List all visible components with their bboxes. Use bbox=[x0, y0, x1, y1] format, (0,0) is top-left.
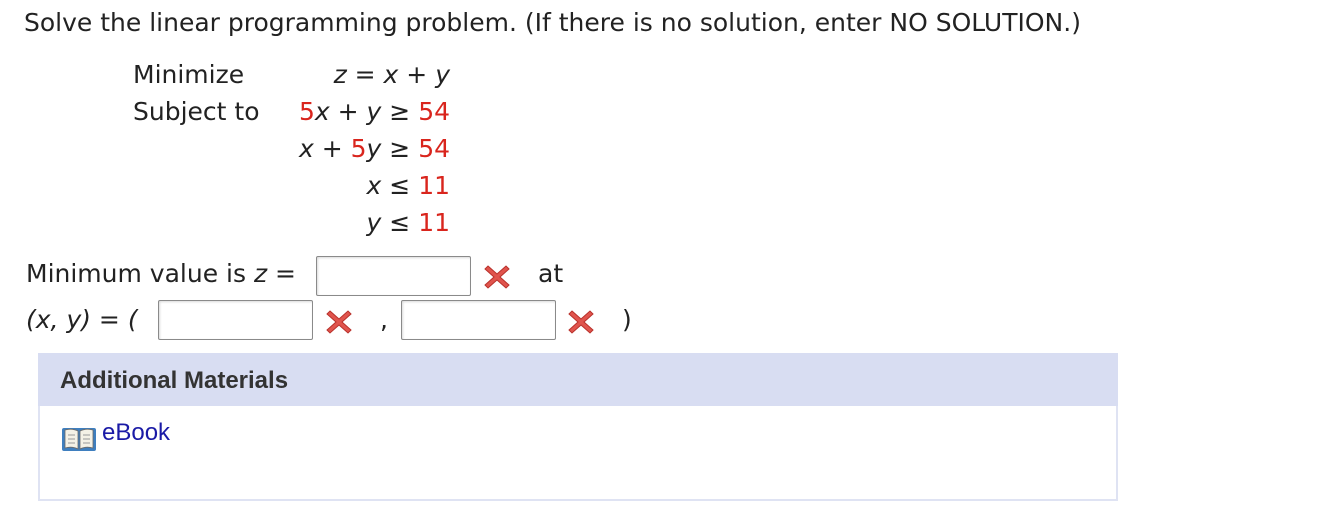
constraint-4: y ≤ 11 bbox=[367, 208, 450, 237]
subject-to-label: Subject to bbox=[133, 97, 260, 126]
constraint-3: x ≤ 11 bbox=[367, 171, 450, 200]
minimum-value-prefix: Minimum value is bbox=[26, 259, 254, 288]
constraint-2-var: y bbox=[366, 134, 382, 163]
constraint-1-coef: 5 bbox=[299, 97, 315, 126]
minimum-value-label: Minimum value is z = bbox=[26, 259, 296, 288]
y-value-input[interactable] bbox=[401, 300, 556, 340]
constraint-2-rhs: 54 bbox=[418, 134, 450, 163]
additional-materials-header: Additional Materials bbox=[38, 353, 1118, 407]
xy-label: (x, y) = ( bbox=[26, 305, 138, 334]
constraint-3-var: x bbox=[366, 171, 382, 200]
constraint-1: 5x + y ≥ 54 bbox=[299, 97, 450, 126]
constraint-2-coef: 5 bbox=[350, 134, 367, 163]
incorrect-x-icon bbox=[568, 310, 594, 334]
constraint-4-sym: ≤ bbox=[381, 208, 419, 237]
constraint-1-rhs: 54 bbox=[418, 97, 450, 126]
constraint-3-sym: ≤ bbox=[381, 171, 419, 200]
incorrect-x-icon bbox=[484, 265, 510, 289]
minimum-value-eq: = bbox=[267, 259, 296, 288]
constraint-2: x + 5y ≥ 54 bbox=[299, 134, 450, 163]
xy-label-text: (x, y) = ( bbox=[26, 305, 138, 334]
constraint-2-sym: ≥ bbox=[381, 134, 419, 163]
minimum-value-var: z bbox=[253, 259, 268, 288]
constraint-1-text: x + y ≥ bbox=[314, 97, 419, 126]
at-label: at bbox=[538, 259, 564, 288]
ebook-link[interactable]: eBook bbox=[102, 419, 170, 447]
x-value-input[interactable] bbox=[158, 300, 313, 340]
constraint-4-var: y bbox=[366, 208, 382, 237]
additional-materials-title: Additional Materials bbox=[60, 367, 289, 394]
book-icon bbox=[62, 428, 96, 451]
objective-function: z = x + y bbox=[334, 60, 450, 89]
constraint-3-rhs: 11 bbox=[418, 171, 450, 200]
incorrect-x-icon bbox=[326, 310, 352, 334]
constraint-2-text: x + bbox=[299, 134, 351, 163]
close-paren: ) bbox=[622, 305, 632, 334]
question-prompt: Solve the linear programming problem. (I… bbox=[24, 8, 1081, 37]
constraint-4-rhs: 11 bbox=[418, 208, 450, 237]
objective-text: z = x + y bbox=[333, 60, 450, 89]
comma-separator: , bbox=[380, 305, 388, 334]
minimize-label: Minimize bbox=[133, 60, 245, 89]
z-value-input[interactable] bbox=[316, 256, 471, 296]
additional-materials-body: eBook bbox=[38, 406, 1118, 501]
